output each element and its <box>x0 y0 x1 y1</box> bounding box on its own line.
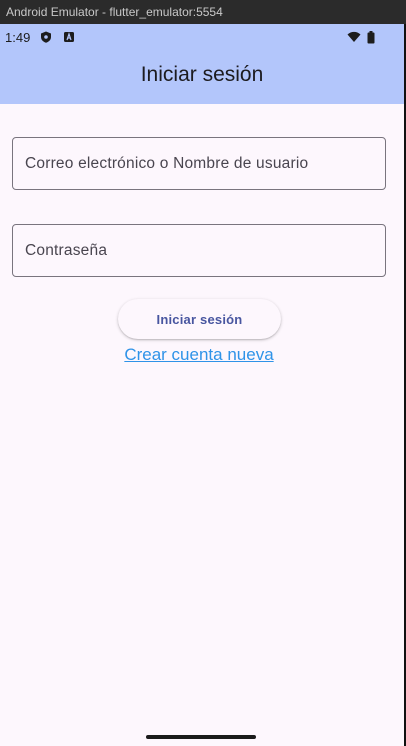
window-title: Android Emulator - flutter_emulator:5554 <box>6 5 223 19</box>
login-button[interactable]: Iniciar sesión <box>118 299 281 339</box>
emulator-window: Android Emulator - flutter_emulator:5554… <box>0 0 406 746</box>
shield-icon <box>40 31 52 43</box>
username-field[interactable]: Correo electrónico o Nombre de usuario <box>12 137 386 190</box>
wifi-icon <box>347 31 361 43</box>
status-bar: 1:49 <box>0 24 404 52</box>
a-badge-icon <box>63 31 75 43</box>
status-time: 1:49 <box>5 30 31 45</box>
create-account-link[interactable]: Crear cuenta nueva <box>0 345 398 365</box>
device-screen: 1:49 Iniciar sesión Correo electrónico o… <box>0 24 404 746</box>
battery-icon <box>367 31 375 44</box>
gesture-nav-handle[interactable] <box>146 735 256 739</box>
page-title: Iniciar sesión <box>140 63 264 86</box>
window-titlebar: Android Emulator - flutter_emulator:5554 <box>0 0 406 24</box>
app-bar: Iniciar sesión <box>0 52 404 104</box>
username-placeholder: Correo electrónico o Nombre de usuario <box>25 154 309 172</box>
login-button-label: Iniciar sesión <box>156 311 243 327</box>
password-field[interactable]: Contraseña <box>12 224 386 277</box>
password-placeholder: Contraseña <box>25 241 108 259</box>
